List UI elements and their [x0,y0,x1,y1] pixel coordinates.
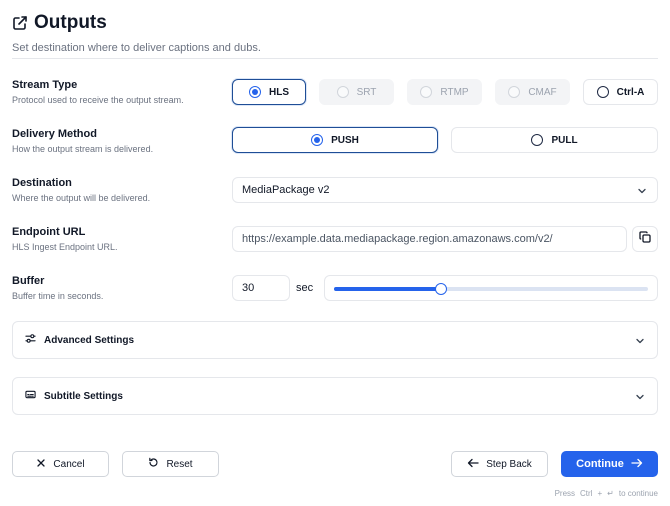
option-label: HLS [269,86,289,98]
step-back-button[interactable]: Step Back [451,451,548,477]
keyboard-hint: Press Ctrl + ↵ to continue [555,489,658,498]
section-label: Advanced Settings [44,334,135,346]
section-label: Subtitle Settings [44,390,123,402]
slider-fill [334,287,441,291]
slider-track [334,283,648,295]
stream-type-option-hls[interactable]: HLS [232,79,306,105]
reset-icon [148,457,159,471]
cancel-button[interactable]: Cancel [12,451,109,477]
delivery-option-pull[interactable]: PULL [451,127,658,153]
radio-icon [596,86,609,98]
endpoint-url-value: https://example.data.mediapackage.region… [242,233,553,245]
stream-type-option-cmaf[interactable]: CMAF [495,79,570,105]
slider-thumb[interactable] [434,283,447,295]
option-label: CMAF [528,86,557,98]
destination-select[interactable]: MediaPackage v2 [232,177,658,203]
external-link-icon [12,15,28,31]
enter-key-icon: ↵ [607,489,614,498]
buffer-slider[interactable] [324,275,658,301]
subtitles-icon [25,389,36,403]
hint-suffix: to continue [618,489,658,498]
radio-icon [420,86,433,98]
reset-button[interactable]: Reset [122,451,219,477]
radio-selected-icon [249,86,261,98]
sliders-icon [25,333,36,347]
title-row: Outputs [12,10,658,36]
reset-label: Reset [166,458,193,470]
step-back-label: Step Back [486,458,532,470]
cancel-label: Cancel [53,458,85,470]
advanced-settings-section[interactable]: Advanced Settings [12,321,658,359]
chevron-down-icon [637,186,647,199]
radio-selected-icon [311,134,324,146]
option-label: SRT [356,86,377,98]
close-icon [36,458,46,471]
option-label: Ctrl-A [616,86,645,98]
destination-value: MediaPackage v2 [242,184,330,196]
option-label: RTMP [440,86,469,98]
hint-key: Ctrl [580,489,593,498]
copy-icon [639,230,651,248]
radio-icon [531,134,544,146]
continue-button[interactable]: Continue [561,451,658,477]
copy-button[interactable] [632,226,658,252]
delivery-option-push[interactable]: PUSH [232,127,438,153]
page-header: Outputs Set destination where to deliver… [12,10,658,54]
stream-type-option-rtmp[interactable]: RTMP [407,79,482,105]
subtitle-settings-section[interactable]: Subtitle Settings [12,377,658,415]
option-label: PUSH [331,134,359,146]
arrow-left-icon [467,458,479,471]
arrow-right-icon [631,458,643,471]
hint-plus: + [597,489,603,498]
stream-type-option-srt[interactable]: SRT [319,79,394,105]
buffer-unit: sec [296,282,314,294]
chevron-down-icon [635,336,645,349]
buffer-value: 30 [242,282,255,294]
radio-icon [336,86,349,98]
option-label: PULL [551,134,578,146]
buffer-input[interactable]: 30 [232,275,290,301]
header-divider [12,58,658,59]
radio-icon [508,86,521,98]
chevron-down-icon [635,392,645,405]
page-subtitle: Set destination where to deliver caption… [12,42,261,54]
hint-press: Press [554,489,576,498]
continue-label: Continue [576,458,624,470]
stream-type-option-ctrl-a[interactable]: Ctrl-A [583,79,658,105]
endpoint-url-input[interactable]: https://example.data.mediapackage.region… [232,226,627,252]
page-title: Outputs [34,12,107,33]
